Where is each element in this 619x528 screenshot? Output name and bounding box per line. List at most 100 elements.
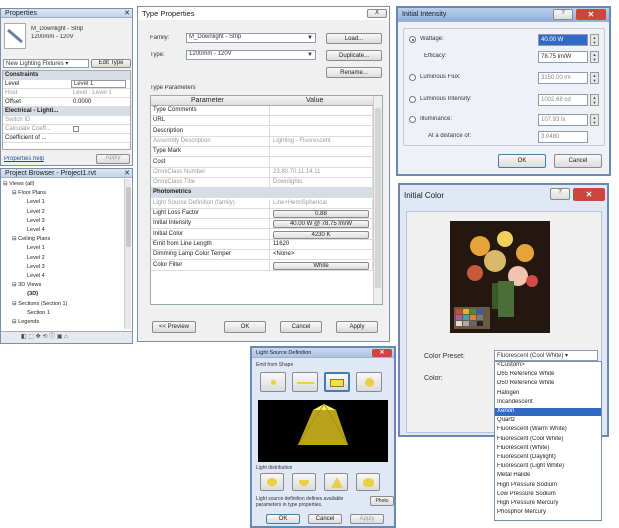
preset-option[interactable]: Fluorescent (White) [495,445,601,453]
illuminance-radio[interactable] [409,116,416,123]
intensity-help-button[interactable]: ? [553,9,573,20]
family-select[interactable]: M_Downlight - Strip ▼ [186,33,316,43]
param-row[interactable]: Cost [151,157,373,168]
tree-item[interactable]: Section 1 [27,310,50,316]
param-row[interactable]: Dimming Lamp Color Temper <None> [151,250,373,261]
param-value-button[interactable]: 0.88 [273,210,369,218]
calc-checkbox[interactable] [73,126,79,132]
param-row[interactable]: OmniClass Title Downlights [151,178,373,189]
param-row[interactable]: Initial Color 4230 K [151,229,373,240]
tree-item[interactable]: ⊟ Sections (Section 1) [12,301,67,307]
color-help-button[interactable]: ? [550,188,570,200]
tree-item[interactable]: Level 3 [27,264,45,270]
color-close-icon[interactable]: ✕ [573,188,605,201]
preset-option[interactable]: Fluorescent (Daylight) [495,454,601,462]
param-row[interactable]: Assembly Description Lighting - Fluoresce… [151,136,373,147]
preset-option[interactable]: D50 Reference White [495,380,601,388]
luminous-flux-stepper[interactable]: ▲ ▼ [590,72,599,84]
dist-hemispherical-button[interactable] [292,473,316,491]
table-scrollbar[interactable] [373,96,382,304]
param-row[interactable]: URL [151,116,373,127]
param-row[interactable]: Description [151,126,373,137]
tree-item[interactable]: ⊟ Legends [12,319,39,325]
scrollbar-thumb[interactable] [375,108,381,288]
luminous-intensity-radio[interactable] [409,96,416,103]
duplicate-button[interactable]: Duplicate... [326,50,382,61]
preset-option[interactable]: Metal Halide [495,472,601,480]
group-header-row[interactable]: Photometrics [151,188,373,199]
wattage-stepper[interactable]: ▲ ▼ [590,34,599,46]
tree-item[interactable]: {3D} [27,291,38,297]
preset-option[interactable]: Halogen [495,390,601,398]
tree-item[interactable]: ⊟ Ceiling Plans [12,236,50,242]
tree-item[interactable]: Level 4 [27,273,45,279]
preset-option[interactable]: Quartz [495,417,601,425]
preset-option[interactable]: Fluorescent (Light White) [495,463,601,471]
prop-row-level[interactable]: Level Level 1 [3,80,130,89]
wattage-radio[interactable] [409,36,416,43]
shape-line-button[interactable] [292,372,318,392]
light-source-cancel-button[interactable]: Cancel [308,514,342,524]
illuminance-stepper[interactable]: ▲ ▼ [590,114,599,126]
project-browser-close-icon[interactable]: ✕ [124,169,130,177]
param-row[interactable]: Initial Intensity 40.00 W @ 78.75 lm/W [151,219,373,230]
photo-button[interactable]: Photo [370,496,394,506]
tree-item[interactable]: Level 2 [27,209,45,215]
group-constraints[interactable]: Constraints [3,71,130,80]
preset-option[interactable]: High Pressure Mercury [495,500,601,508]
preset-option[interactable]: <Custom> [495,362,601,370]
cancel-button[interactable]: Cancel [280,321,322,333]
prop-row-coef[interactable]: Coefficient of ... [3,134,130,143]
light-source-apply-button[interactable]: Apply [350,514,384,524]
shape-rectangle-button[interactable] [324,372,350,392]
param-row[interactable]: Color Filter White [151,260,373,271]
param-value-button[interactable]: 40.00 W @ 78.75 lm/W [273,220,369,229]
param-row[interactable]: OmniClass Number 23.80.70.11.14.11 [151,167,373,178]
tree-item[interactable]: Level 3 [27,218,45,224]
properties-close-icon[interactable]: ✕ [124,9,130,17]
type-properties-close-button[interactable]: X [367,9,387,18]
tree-item[interactable]: ⊟ 3D Views [12,282,41,288]
instance-selector[interactable]: New Lighting Fixtures ▾ [3,59,89,68]
tree-item[interactable]: Level 1 [27,199,45,205]
color-preset-select[interactable]: Fluorescent (Cool White) ▾ [494,350,598,361]
preset-option[interactable]: Low Pressure Sodium [495,491,601,499]
distance-input[interactable]: 3.0480 [538,131,588,143]
apply-button[interactable]: Apply [336,321,378,333]
preset-option[interactable]: Phosphor Mercury [495,509,601,517]
prop-row-offset[interactable]: Offset 0.0000 [3,98,130,107]
intensity-close-icon[interactable]: ✕ [576,9,606,20]
param-row[interactable]: Type Mark [151,147,373,158]
edit-type-button[interactable]: Edit Type [91,59,131,68]
tree-item[interactable]: Level 1 [27,245,45,251]
preset-option[interactable]: Fluorescent (Cool White) [495,436,601,444]
light-source-ok-button[interactable]: OK [266,514,300,524]
preset-option[interactable]: Fluorescent (Warm White) [495,426,601,434]
preset-option[interactable]: High Pressure Sodium [495,482,601,490]
illuminance-input[interactable]: 107.93 lx [538,114,588,126]
tree-item[interactable]: ⊟ Views (all) [3,181,34,187]
ok-button[interactable]: OK [224,321,266,333]
param-row[interactable]: Light Loss Factor 0.88 [151,209,373,219]
dist-web-button[interactable] [356,473,380,491]
param-value-button[interactable]: 4230 K [273,230,369,239]
shape-circle-button[interactable] [356,372,382,392]
properties-titlebar[interactable]: Properties [1,9,132,18]
param-row[interactable]: Emit from Line Length 11620 [151,239,373,250]
project-browser-scrollbar[interactable] [124,179,131,329]
dist-spot-button[interactable] [324,473,348,491]
shape-point-button[interactable] [260,372,286,392]
tree-item[interactable]: ⊟ Floor Plans [12,190,46,196]
luminous-intensity-input[interactable]: 1002.68 cd [538,94,588,106]
group-electrical[interactable]: Electrical - Lighti... [3,107,130,116]
tree-item[interactable]: Level 4 [27,227,45,233]
rename-button[interactable]: Rename... [326,67,382,78]
project-browser-titlebar[interactable]: Project Browser - Project1.rvt [1,169,132,178]
preview-button[interactable]: << Preview [152,321,196,333]
wattage-input[interactable]: 40.00 W [538,34,588,46]
param-value-button[interactable]: White [273,261,369,270]
tree-item[interactable]: Level 2 [27,255,45,261]
dist-spherical-button[interactable] [260,473,284,491]
luminous-flux-radio[interactable] [409,74,416,81]
luminous-flux-input[interactable]: 3150.00 lm [538,72,588,84]
